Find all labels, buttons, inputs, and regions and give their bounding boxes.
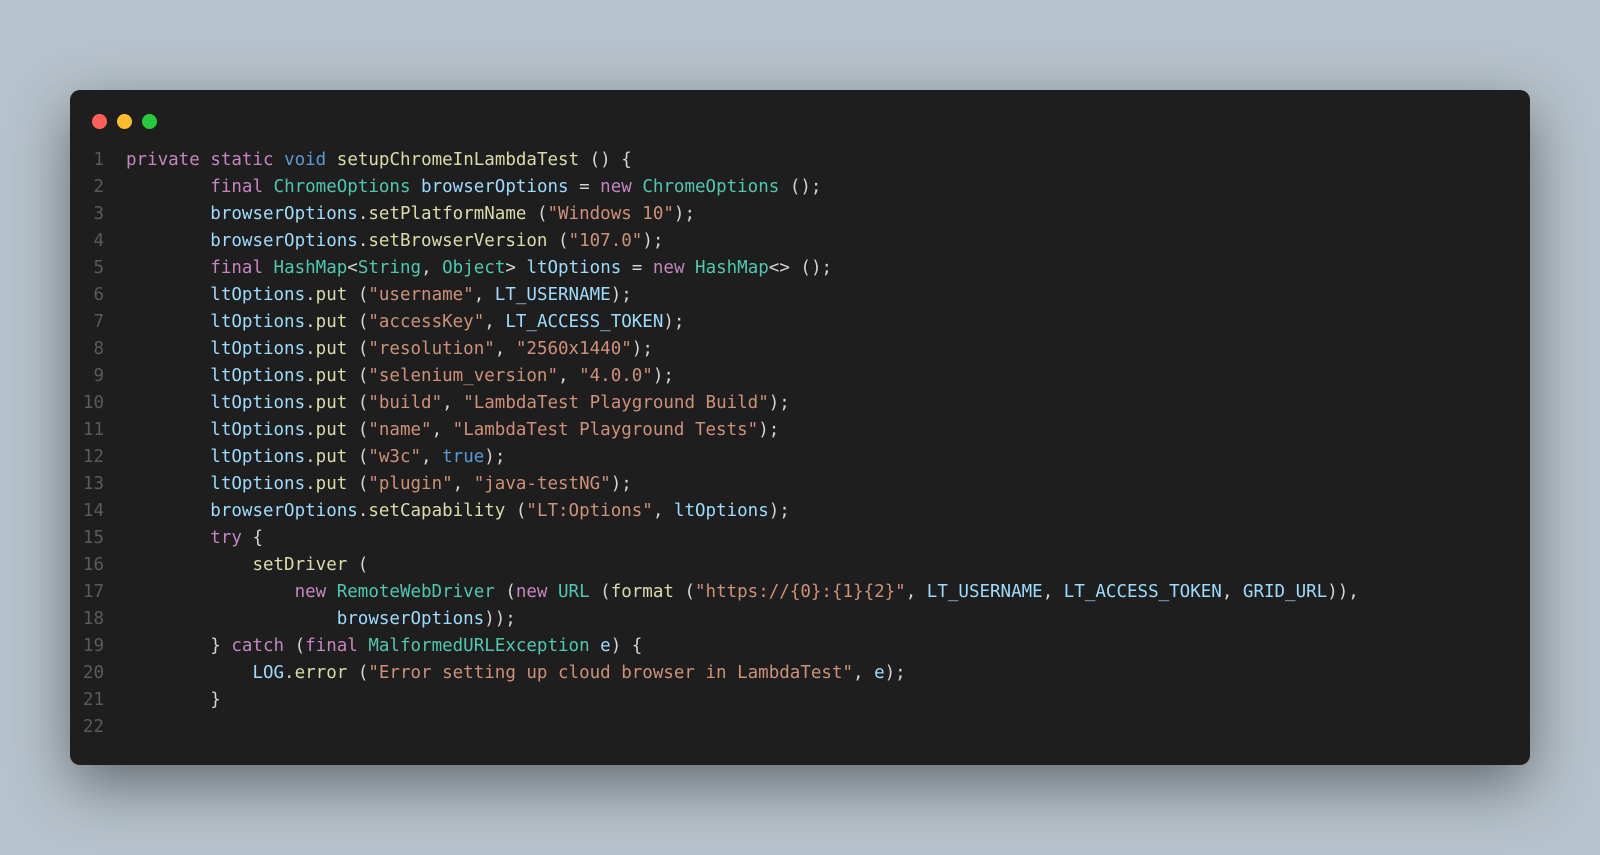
line-number: 22 bbox=[70, 714, 126, 741]
minimize-icon[interactable] bbox=[117, 114, 132, 129]
code-line[interactable]: 1private static void setupChromeInLambda… bbox=[70, 147, 1530, 174]
code-line[interactable]: 15 try { bbox=[70, 525, 1530, 552]
line-number: 21 bbox=[70, 687, 126, 714]
code-line[interactable]: 18 browserOptions)); bbox=[70, 606, 1530, 633]
line-content[interactable]: ltOptions.put ("build", "LambdaTest Play… bbox=[126, 390, 790, 417]
code-line[interactable]: 10 ltOptions.put ("build", "LambdaTest P… bbox=[70, 390, 1530, 417]
code-line[interactable]: 14 browserOptions.setCapability ("LT:Opt… bbox=[70, 498, 1530, 525]
line-number: 11 bbox=[70, 417, 126, 444]
code-line[interactable]: 13 ltOptions.put ("plugin", "java-testNG… bbox=[70, 471, 1530, 498]
line-number: 10 bbox=[70, 390, 126, 417]
line-content[interactable]: ltOptions.put ("selenium_version", "4.0.… bbox=[126, 363, 674, 390]
line-number: 3 bbox=[70, 201, 126, 228]
line-content[interactable]: ltOptions.put ("username", LT_USERNAME); bbox=[126, 282, 632, 309]
code-line[interactable]: 2 final ChromeOptions browserOptions = n… bbox=[70, 174, 1530, 201]
line-content[interactable]: try { bbox=[126, 525, 263, 552]
code-line[interactable]: 11 ltOptions.put ("name", "LambdaTest Pl… bbox=[70, 417, 1530, 444]
line-number: 6 bbox=[70, 282, 126, 309]
line-content[interactable]: browserOptions.setBrowserVersion ("107.0… bbox=[126, 228, 663, 255]
line-number: 4 bbox=[70, 228, 126, 255]
code-line[interactable]: 5 final HashMap<String, Object> ltOption… bbox=[70, 255, 1530, 282]
code-line[interactable]: 3 browserOptions.setPlatformName ("Windo… bbox=[70, 201, 1530, 228]
close-icon[interactable] bbox=[92, 114, 107, 129]
line-content[interactable]: final ChromeOptions browserOptions = new… bbox=[126, 174, 821, 201]
line-content[interactable]: browserOptions.setCapability ("LT:Option… bbox=[126, 498, 790, 525]
code-line[interactable]: 17 new RemoteWebDriver (new URL (format … bbox=[70, 579, 1530, 606]
code-line[interactable]: 12 ltOptions.put ("w3c", true); bbox=[70, 444, 1530, 471]
code-line[interactable]: 7 ltOptions.put ("accessKey", LT_ACCESS_… bbox=[70, 309, 1530, 336]
code-editor[interactable]: 1private static void setupChromeInLambda… bbox=[70, 147, 1530, 741]
code-line[interactable]: 22 bbox=[70, 714, 1530, 741]
line-number: 2 bbox=[70, 174, 126, 201]
maximize-icon[interactable] bbox=[142, 114, 157, 129]
line-content[interactable]: new RemoteWebDriver (new URL (format ("h… bbox=[126, 579, 1359, 606]
line-number: 7 bbox=[70, 309, 126, 336]
code-line[interactable]: 8 ltOptions.put ("resolution", "2560x144… bbox=[70, 336, 1530, 363]
line-content[interactable]: setDriver ( bbox=[126, 552, 368, 579]
line-number: 20 bbox=[70, 660, 126, 687]
line-number: 5 bbox=[70, 255, 126, 282]
line-content[interactable]: private static void setupChromeInLambdaT… bbox=[126, 147, 632, 174]
code-line[interactable]: 16 setDriver ( bbox=[70, 552, 1530, 579]
code-line[interactable]: 21 } bbox=[70, 687, 1530, 714]
code-line[interactable]: 19 } catch (final MalformedURLException … bbox=[70, 633, 1530, 660]
line-content[interactable]: ltOptions.put ("w3c", true); bbox=[126, 444, 505, 471]
line-number: 18 bbox=[70, 606, 126, 633]
code-line[interactable]: 6 ltOptions.put ("username", LT_USERNAME… bbox=[70, 282, 1530, 309]
line-content[interactable]: } catch (final MalformedURLException e) … bbox=[126, 633, 642, 660]
line-number: 9 bbox=[70, 363, 126, 390]
line-number: 14 bbox=[70, 498, 126, 525]
code-window: 1private static void setupChromeInLambda… bbox=[70, 90, 1530, 765]
line-content[interactable]: ltOptions.put ("resolution", "2560x1440"… bbox=[126, 336, 653, 363]
line-number: 13 bbox=[70, 471, 126, 498]
line-content[interactable]: ltOptions.put ("plugin", "java-testNG"); bbox=[126, 471, 632, 498]
line-number: 15 bbox=[70, 525, 126, 552]
line-content[interactable]: final HashMap<String, Object> ltOptions … bbox=[126, 255, 832, 282]
code-line[interactable]: 4 browserOptions.setBrowserVersion ("107… bbox=[70, 228, 1530, 255]
line-content[interactable]: browserOptions)); bbox=[126, 606, 516, 633]
code-line[interactable]: 9 ltOptions.put ("selenium_version", "4.… bbox=[70, 363, 1530, 390]
line-number: 8 bbox=[70, 336, 126, 363]
line-content[interactable]: } bbox=[126, 687, 221, 714]
line-content[interactable]: ltOptions.put ("accessKey", LT_ACCESS_TO… bbox=[126, 309, 684, 336]
line-number: 12 bbox=[70, 444, 126, 471]
code-line[interactable]: 20 LOG.error ("Error setting up cloud br… bbox=[70, 660, 1530, 687]
line-number: 17 bbox=[70, 579, 126, 606]
window-controls bbox=[70, 110, 1530, 147]
line-number: 19 bbox=[70, 633, 126, 660]
line-content[interactable]: browserOptions.setPlatformName ("Windows… bbox=[126, 201, 695, 228]
line-number: 1 bbox=[70, 147, 126, 174]
line-content[interactable]: LOG.error ("Error setting up cloud brows… bbox=[126, 660, 906, 687]
line-content[interactable]: ltOptions.put ("name", "LambdaTest Playg… bbox=[126, 417, 779, 444]
line-number: 16 bbox=[70, 552, 126, 579]
